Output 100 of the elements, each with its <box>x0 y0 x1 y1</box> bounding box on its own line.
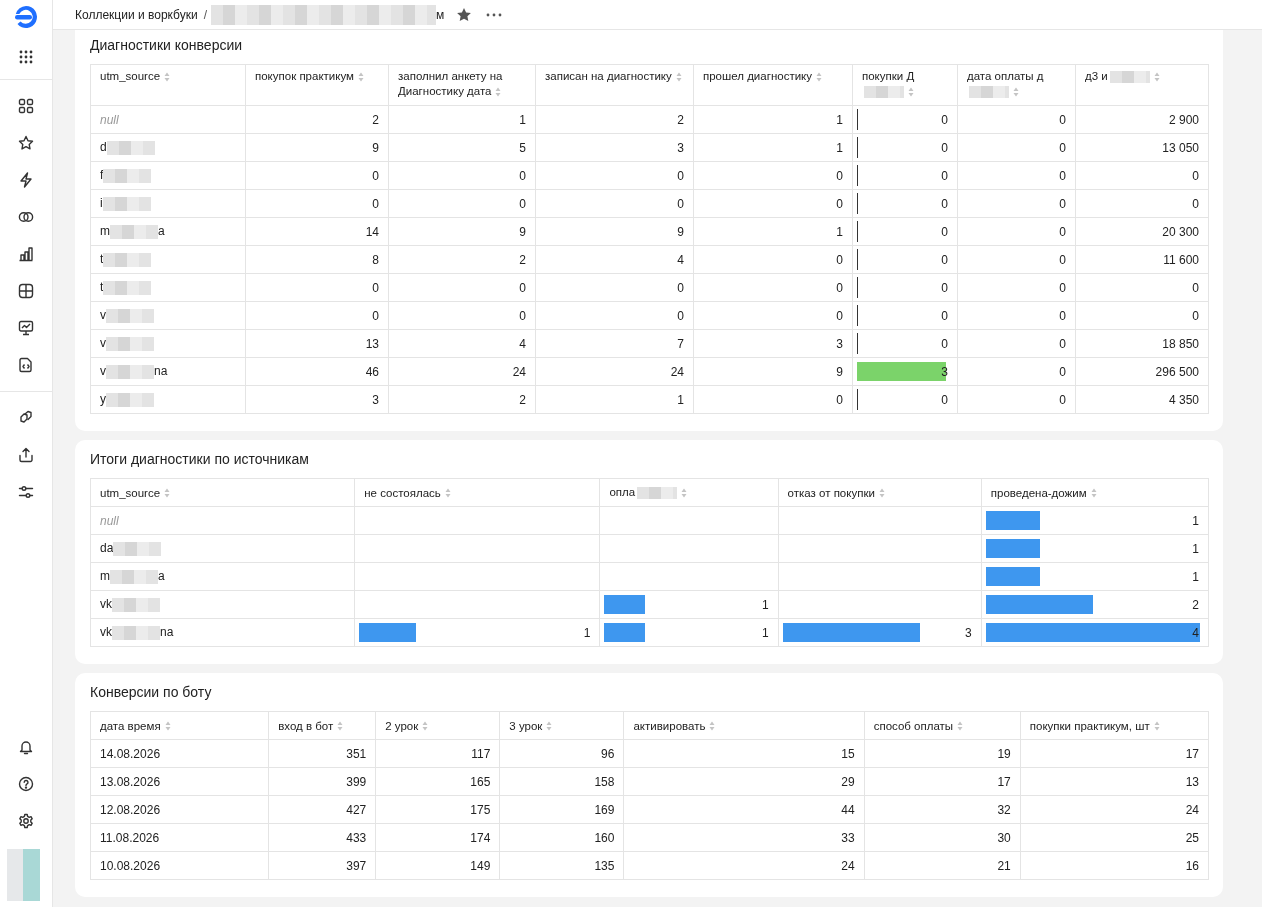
column-header[interactable]: utm_source <box>90 64 246 106</box>
table-cell: 0 <box>245 273 389 302</box>
table-cell: 32 <box>864 795 1021 824</box>
apps-grid-icon[interactable] <box>18 49 34 65</box>
table-cell: 9 <box>535 217 694 246</box>
logo-icon[interactable] <box>14 5 38 29</box>
table-cell: 1 <box>388 105 536 134</box>
sort-icon[interactable] <box>1153 71 1160 82</box>
table-cell: i <box>90 189 246 218</box>
table-cell: 0 <box>693 245 853 274</box>
sort-icon[interactable] <box>816 71 822 82</box>
sort-icon[interactable] <box>164 488 171 499</box>
column-header[interactable]: 2 урок <box>375 711 500 740</box>
more-icon[interactable] <box>486 12 503 17</box>
sliders-icon[interactable] <box>18 484 34 500</box>
table-cell: 14 <box>245 217 389 246</box>
column-header[interactable]: дата оплаты д <box>957 64 1076 106</box>
table-icon[interactable] <box>18 283 34 299</box>
sort-icon[interactable] <box>878 488 885 499</box>
avatar-placeholder[interactable] <box>7 849 40 901</box>
table-cell: 4 <box>981 618 1209 647</box>
dashboard-icon[interactable] <box>18 98 34 114</box>
table-cell: 1 <box>693 217 853 246</box>
sort-icon[interactable] <box>495 86 502 97</box>
settings-icon[interactable] <box>18 813 34 829</box>
sort-icon[interactable] <box>681 488 688 498</box>
code-file-icon[interactable] <box>18 357 34 373</box>
column-header[interactable]: покупки Д <box>852 64 958 106</box>
sort-icon[interactable] <box>164 71 171 82</box>
table-cell: 2 <box>981 590 1209 619</box>
table-cell: 3 <box>245 385 389 414</box>
table-cell: 1 <box>693 133 853 162</box>
sort-icon[interactable] <box>357 71 364 82</box>
table-cell: 1 <box>599 618 779 647</box>
column-header[interactable]: 3 урок <box>499 711 624 740</box>
circles-icon[interactable] <box>18 209 34 225</box>
table-cell: 0 <box>852 217 958 246</box>
table-cell: v <box>90 301 246 330</box>
sort-icon[interactable] <box>164 721 171 732</box>
column-header[interactable]: прошел диагностику <box>693 64 853 106</box>
sort-icon[interactable] <box>908 86 914 97</box>
table-cell: 0 <box>245 189 389 218</box>
sort-icon[interactable] <box>337 721 344 732</box>
sort-icon[interactable] <box>1013 86 1019 97</box>
sort-icon[interactable] <box>957 721 964 732</box>
column-header[interactable]: д3 и <box>1075 64 1209 106</box>
table-cell: 3 <box>535 133 694 162</box>
sort-icon[interactable] <box>709 721 716 732</box>
table-cell: t <box>90 245 246 274</box>
table-cell: 0 <box>388 189 536 218</box>
monitor-icon[interactable] <box>18 320 34 336</box>
table-cell: 13.08.2026 <box>90 767 269 796</box>
column-header[interactable]: способ оплаты <box>864 711 1021 740</box>
column-header[interactable]: проведена-дожим <box>981 478 1209 507</box>
table-cell: t <box>90 273 246 302</box>
table-cell: 0 <box>852 301 958 330</box>
bell-icon[interactable] <box>18 739 34 755</box>
table-cell: v na <box>90 357 246 386</box>
table-cell: 174 <box>375 823 500 852</box>
table-cell: 25 <box>1020 823 1209 852</box>
column-header[interactable]: покупок практикум <box>245 64 389 106</box>
table-cell: 24 <box>388 357 536 386</box>
table-cell: 16 <box>1020 851 1209 880</box>
table-cell: 24 <box>535 357 694 386</box>
table-cell: 0 <box>957 245 1076 274</box>
sort-icon[interactable] <box>1153 721 1160 732</box>
table-cell: 0 <box>957 273 1076 302</box>
table-cell: 8 <box>245 245 389 274</box>
lightning-icon[interactable] <box>18 172 34 188</box>
star-icon[interactable] <box>18 135 34 151</box>
sort-icon[interactable] <box>675 71 682 82</box>
table-cell: 0 <box>693 161 853 190</box>
sort-icon[interactable] <box>546 721 553 732</box>
column-header[interactable]: активировать <box>623 711 865 740</box>
table-cell: 0 <box>852 133 958 162</box>
column-header[interactable]: дата время <box>90 711 269 740</box>
table-cell: 17 <box>1020 739 1209 768</box>
column-header[interactable]: не состоялась <box>354 478 600 507</box>
star-icon[interactable] <box>456 6 473 23</box>
column-header[interactable]: заполнил анкету на Диагностику дата <box>388 64 536 106</box>
table-cell: 11.08.2026 <box>90 823 269 852</box>
bar-chart-icon[interactable] <box>18 246 34 262</box>
column-header[interactable]: utm_source <box>90 478 355 507</box>
table-cell: f <box>90 161 246 190</box>
column-header[interactable]: покупки практикум, шт <box>1020 711 1209 740</box>
column-header[interactable]: опла <box>599 478 779 507</box>
help-icon[interactable] <box>18 776 34 792</box>
table-cell: 1 <box>354 618 600 647</box>
column-header[interactable]: записан на диагностику <box>535 64 694 106</box>
table-cell: 29 <box>623 767 865 796</box>
table-cell: 149 <box>375 851 500 880</box>
column-header[interactable]: отказ от покупки <box>778 478 982 507</box>
table-cell: 0 <box>693 301 853 330</box>
sort-icon[interactable] <box>444 488 451 499</box>
sort-icon[interactable] <box>1090 488 1097 499</box>
upload-icon[interactable] <box>18 447 34 463</box>
breadcrumb-link[interactable]: Коллекции и воркбуки <box>75 7 198 22</box>
column-header[interactable]: вход в бот <box>268 711 376 740</box>
table-cell: 3 <box>778 618 982 647</box>
sort-icon[interactable] <box>422 721 429 732</box>
